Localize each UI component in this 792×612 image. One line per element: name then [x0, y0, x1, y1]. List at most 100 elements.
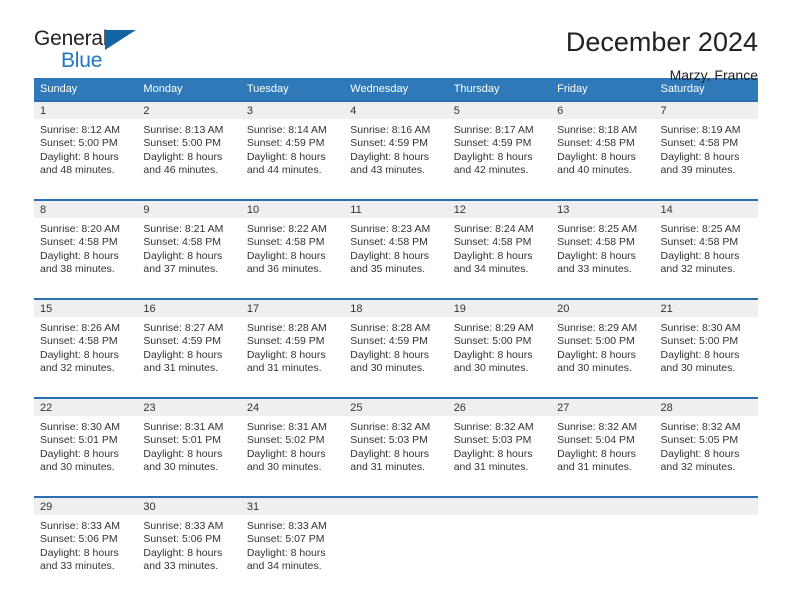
- sunrise-text: Sunrise: 8:28 AM: [246, 322, 327, 334]
- day-details: Sunrise: 8:20 AM Sunset: 4:58 PM Daylight:…: [34, 218, 137, 289]
- general-blue-logo[interactable]: General Blue: [34, 28, 144, 74]
- day-cell[interactable]: 15 Sunrise: 8:26 AM Sunset: 4:58 PM Dayligh…: [34, 298, 138, 388]
- day-cell[interactable]: 26 Sunrise: 8:32 AM Sunset: 5:03 PM Dayligh…: [447, 397, 552, 487]
- sunrise-text: Sunrise: 8:29 AM: [453, 322, 534, 334]
- day-cell[interactable]: 10 Sunrise: 8:22 AM Sunset: 4:58 PM Dayligh…: [240, 199, 345, 289]
- day-cell[interactable]: 11 Sunrise: 8:23 AM Sunset: 4:58 PM Dayligh…: [344, 199, 448, 289]
- day-number: 12: [447, 201, 552, 218]
- daylight-text-line2: and 33 minutes.: [143, 560, 219, 573]
- day-cell[interactable]: 28 Sunrise: 8:32 AM Sunset: 5:05 PM Dayligh…: [654, 397, 758, 487]
- day-number: 27: [551, 399, 655, 416]
- daylight-text-line2: and 31 minutes.: [246, 362, 322, 375]
- daylight-text-line1: Daylight: 8 hours: [557, 348, 636, 361]
- daylight-text-line1: Daylight: 8 hours: [350, 447, 430, 460]
- sunrise-text: Sunrise: 8:17 AM: [453, 124, 534, 136]
- daylight-text-line1: Daylight: 8 hours: [246, 546, 326, 559]
- day-details: Sunrise: 8:32 AM Sunset: 5:03 PM Daylight:…: [448, 416, 551, 487]
- day-cell[interactable]: 16 Sunrise: 8:27 AM Sunset: 4:59 PM Dayligh…: [137, 298, 241, 388]
- daylight-text-line2: and 31 minutes.: [143, 362, 219, 375]
- day-cell[interactable]: 30 Sunrise: 8:33 AM Sunset: 5:06 PM Dayligh…: [137, 496, 241, 586]
- sunrise-text: Sunrise: 8:32 AM: [660, 421, 741, 433]
- day-number: 11: [344, 201, 448, 218]
- calendar-week-row: 22 Sunrise: 8:30 AM Sunset: 5:01 PM Dayligh…: [34, 397, 758, 487]
- day-details: Sunrise: 8:31 AM Sunset: 5:01 PM Daylight:…: [137, 416, 240, 487]
- logo-text-blue: Blue: [61, 49, 103, 72]
- calendar-week-row: 1 Sunrise: 8:12 AM Sunset: 5:00 PM Daylight…: [34, 100, 758, 190]
- daylight-text-line1: Daylight: 8 hours: [350, 348, 430, 361]
- sunrise-text: Sunrise: 8:13 AM: [143, 124, 224, 136]
- day-cell[interactable]: 25 Sunrise: 8:32 AM Sunset: 5:03 PM Dayligh…: [344, 397, 448, 487]
- day-details: Sunrise: 8:28 AM Sunset: 4:59 PM Daylight:…: [241, 317, 344, 388]
- daylight-text-line2: and 33 minutes.: [40, 560, 115, 573]
- day-cell[interactable]: 24 Sunrise: 8:31 AM Sunset: 5:02 PM Dayligh…: [240, 397, 345, 487]
- sunset-text: Sunset: 4:58 PM: [453, 236, 532, 249]
- day-cell[interactable]: 13 Sunrise: 8:25 AM Sunset: 4:58 PM Dayligh…: [551, 199, 655, 289]
- day-cell[interactable]: 14 Sunrise: 8:25 AM Sunset: 4:58 PM Dayligh…: [654, 199, 758, 289]
- day-number: [344, 498, 448, 515]
- day-number: 16: [137, 300, 241, 317]
- daylight-text-line2: and 39 minutes.: [660, 164, 736, 177]
- day-cell[interactable]: 22 Sunrise: 8:30 AM Sunset: 5:01 PM Dayligh…: [34, 397, 138, 487]
- day-cell[interactable]: 12 Sunrise: 8:24 AM Sunset: 4:58 PM Dayligh…: [447, 199, 552, 289]
- day-number: 15: [34, 300, 138, 317]
- sunset-text: Sunset: 5:03 PM: [453, 434, 532, 447]
- calendar-week-row: 8 Sunrise: 8:20 AM Sunset: 4:58 PM Daylight…: [34, 199, 758, 289]
- day-cell[interactable]: 8 Sunrise: 8:20 AM Sunset: 4:58 PM Daylight…: [34, 199, 138, 289]
- day-cell[interactable]: 1 Sunrise: 8:12 AM Sunset: 5:00 PM Daylight…: [34, 100, 138, 190]
- day-details: Sunrise: 8:30 AM Sunset: 5:00 PM Daylight:…: [655, 317, 758, 388]
- daylight-text-line1: Daylight: 8 hours: [246, 150, 326, 163]
- day-details: Sunrise: 8:18 AM Sunset: 4:58 PM Daylight:…: [551, 119, 654, 190]
- daylight-text-line1: Daylight: 8 hours: [660, 249, 740, 262]
- sunset-text: Sunset: 4:58 PM: [660, 137, 739, 150]
- day-number: 13: [551, 201, 655, 218]
- sunset-text: Sunset: 5:05 PM: [660, 434, 739, 447]
- day-cell[interactable]: 23 Sunrise: 8:31 AM Sunset: 5:01 PM Dayligh…: [137, 397, 241, 487]
- day-cell[interactable]: 20 Sunrise: 8:29 AM Sunset: 5:00 PM Dayligh…: [551, 298, 655, 388]
- day-cell[interactable]: 18 Sunrise: 8:28 AM Sunset: 4:59 PM Dayligh…: [344, 298, 448, 388]
- daylight-text-line2: and 30 minutes.: [246, 461, 322, 474]
- day-number: 25: [344, 399, 448, 416]
- day-details: Sunrise: 8:31 AM Sunset: 5:02 PM Daylight:…: [241, 416, 344, 487]
- day-cell[interactable]: 4 Sunrise: 8:16 AM Sunset: 4:59 PM Daylight…: [344, 100, 448, 190]
- day-details: Sunrise: 8:32 AM Sunset: 5:05 PM Daylight:…: [655, 416, 758, 487]
- day-details: [344, 515, 447, 586]
- daylight-text-line2: and 33 minutes.: [557, 263, 632, 276]
- day-cell[interactable]: 27 Sunrise: 8:32 AM Sunset: 5:04 PM Dayligh…: [551, 397, 655, 487]
- day-number: 29: [34, 498, 138, 515]
- day-cell[interactable]: 6 Sunrise: 8:18 AM Sunset: 4:58 PM Daylight…: [551, 100, 655, 190]
- day-cell[interactable]: 31 Sunrise: 8:33 AM Sunset: 5:07 PM Dayligh…: [240, 496, 345, 586]
- weekday-header-sunday: Sunday: [34, 78, 138, 100]
- daylight-text-line1: Daylight: 8 hours: [143, 447, 223, 460]
- day-details: Sunrise: 8:27 AM Sunset: 4:59 PM Daylight:…: [137, 317, 240, 388]
- day-number: 6: [551, 102, 655, 119]
- day-cell[interactable]: 5 Sunrise: 8:17 AM Sunset: 4:59 PM Daylight…: [447, 100, 552, 190]
- day-cell[interactable]: 9 Sunrise: 8:21 AM Sunset: 4:58 PM Daylight…: [137, 199, 241, 289]
- week-spacer-cell: [34, 487, 758, 496]
- day-number: 22: [34, 399, 138, 416]
- calendar-table: Sunday Monday Tuesday Wednesday Thursday…: [34, 78, 758, 586]
- page-title: December 2024: [565, 27, 758, 57]
- daylight-text-line2: and 30 minutes.: [660, 362, 736, 375]
- day-number: 23: [137, 399, 241, 416]
- week-spacer-cell: [34, 388, 758, 397]
- day-cell[interactable]: 17 Sunrise: 8:28 AM Sunset: 4:59 PM Dayligh…: [240, 298, 345, 388]
- day-cell[interactable]: 7 Sunrise: 8:19 AM Sunset: 4:58 PM Daylight…: [654, 100, 758, 190]
- day-cell[interactable]: 29 Sunrise: 8:33 AM Sunset: 5:06 PM Dayligh…: [34, 496, 138, 586]
- day-number: 19: [447, 300, 552, 317]
- daylight-text-line2: and 34 minutes.: [246, 560, 322, 573]
- day-cell[interactable]: 19 Sunrise: 8:29 AM Sunset: 5:00 PM Dayligh…: [447, 298, 552, 388]
- day-details: Sunrise: 8:32 AM Sunset: 5:04 PM Daylight:…: [551, 416, 654, 487]
- weekday-header-thursday: Thursday: [447, 78, 552, 100]
- day-cell[interactable]: 2 Sunrise: 8:13 AM Sunset: 5:00 PM Daylight…: [137, 100, 241, 190]
- day-details: Sunrise: 8:12 AM Sunset: 5:00 PM Daylight:…: [34, 119, 137, 190]
- day-cell[interactable]: 3 Sunrise: 8:14 AM Sunset: 4:59 PM Daylight…: [240, 100, 345, 190]
- daylight-text-line1: Daylight: 8 hours: [557, 447, 636, 460]
- location-subtitle: Marzy, France: [669, 66, 758, 83]
- sunset-text: Sunset: 4:58 PM: [660, 236, 739, 249]
- daylight-text-line1: Daylight: 8 hours: [660, 150, 740, 163]
- daylight-text-line1: Daylight: 8 hours: [453, 447, 533, 460]
- day-number: 31: [240, 498, 345, 515]
- daylight-text-line1: Daylight: 8 hours: [453, 348, 533, 361]
- day-cell[interactable]: 21 Sunrise: 8:30 AM Sunset: 5:00 PM Dayligh…: [654, 298, 758, 388]
- day-details: Sunrise: 8:29 AM Sunset: 5:00 PM Daylight:…: [448, 317, 551, 388]
